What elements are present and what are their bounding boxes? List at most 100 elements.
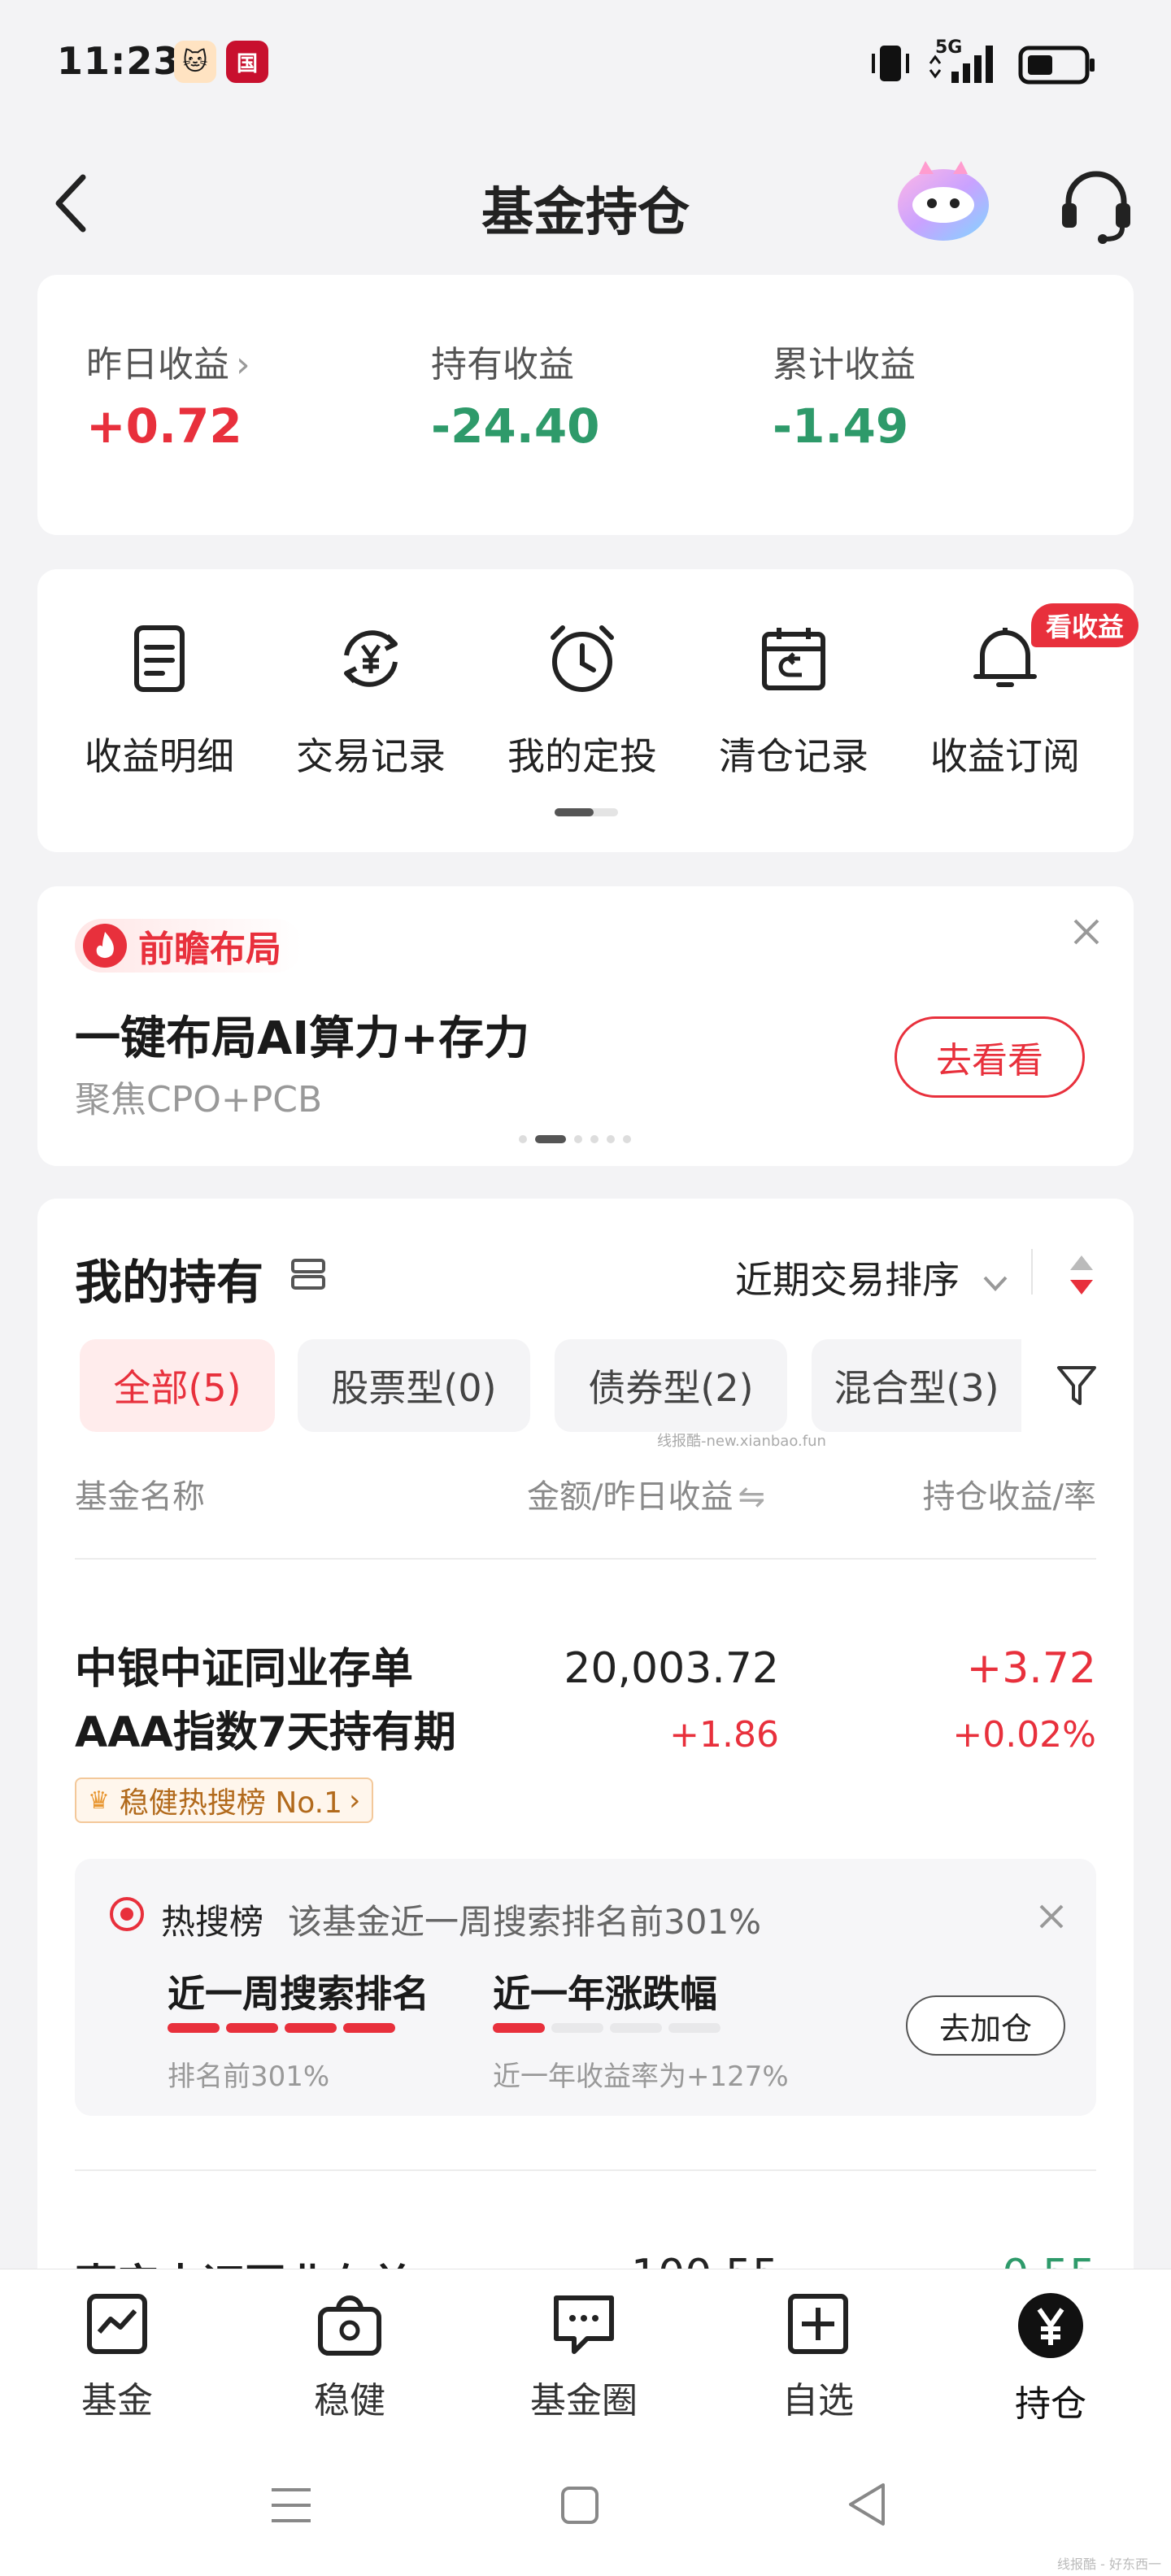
tab-stock[interactable]: 股票型(0) [298, 1339, 530, 1432]
vibrate-icon [872, 46, 909, 81]
close-icon[interactable] [1038, 1903, 1065, 1930]
close-icon[interactable] [1072, 917, 1101, 946]
tab-label: 稳健 [314, 2380, 385, 2422]
total-profit-block: 累计收益 -1.49 [773, 335, 916, 454]
tab-fund[interactable]: 基金 [36, 2291, 198, 2423]
yen-circle-icon [1018, 2293, 1083, 2358]
tab-label: 持仓 [1015, 2383, 1086, 2425]
tab-label: 基金 [81, 2380, 153, 2422]
page-title: 基金持仓 [481, 183, 690, 243]
tab-watchlist[interactable]: 自选 [737, 2291, 899, 2423]
total-profit-label: 累计收益 [773, 344, 916, 385]
metric-week-rank-sub: 排名前301% [168, 2060, 330, 2093]
divider [75, 2169, 1096, 2171]
tab-bond[interactable]: 债券型(2) [555, 1339, 787, 1432]
fund-amount: 20,003.72 [564, 1644, 779, 1693]
yesterday-profit-label: 昨日收益 [86, 344, 229, 385]
card-view-icon[interactable] [289, 1255, 327, 1293]
hot-target-icon [110, 1897, 144, 1931]
yesterday-profit-value: +0.72 [86, 398, 242, 454]
metric-week-rank-title: 近一周搜索排名 [168, 1972, 429, 2016]
menu-page-indicator [555, 808, 618, 816]
fund-profit-rate: +0.02% [952, 1714, 1096, 1756]
subscribe-badge: 看收益 [1031, 603, 1139, 647]
tab-label: 自选 [782, 2380, 854, 2422]
metric-year-change-sub: 近一年收益率为+127% [493, 2060, 789, 2093]
divider [75, 1558, 1096, 1560]
menu-item-trade-record[interactable]: 交易记录 [265, 618, 477, 781]
rank-badge[interactable]: ♛ 稳健热搜榜 No.1 › [75, 1778, 374, 1823]
column-name-header: 基金名称 [75, 1478, 205, 1516]
menu-label: 我的定投 [507, 734, 657, 778]
status-time: 11:23 [57, 39, 181, 83]
swap-icon: ⇋ [738, 1478, 765, 1516]
plus-box-icon [788, 2294, 848, 2354]
headset-icon[interactable] [1057, 166, 1135, 244]
column-amount-header[interactable]: 金额/昨日收益 ⇋ [527, 1470, 765, 1517]
hot-search-title: 热搜榜 [161, 1902, 264, 1942]
tab-holdings[interactable]: 持仓 [969, 2291, 1132, 2426]
chart-icon [87, 2294, 147, 2354]
promo-page-indicator [519, 1135, 631, 1143]
chat-icon [554, 2295, 614, 2354]
rank-badge-label: 稳健热搜榜 No.1 [119, 1786, 343, 1820]
column-profit-header: 持仓收益/率 [922, 1478, 1096, 1516]
menu-label: 交易记录 [296, 734, 446, 778]
promo-tag-label: 前瞻布局 [138, 929, 281, 970]
alarm-clock-icon [551, 625, 614, 692]
tab-stable[interactable]: 稳健 [268, 2291, 431, 2423]
bank-app-icon: 国 [226, 41, 268, 83]
menu-item-auto-invest[interactable]: 我的定投 [477, 618, 688, 781]
flame-icon [83, 924, 127, 968]
promo-subtitle: 聚焦CPO+PCB [75, 1079, 323, 1120]
metric-week-rank-bar [168, 2023, 395, 2033]
filter-icon[interactable] [1056, 1363, 1098, 1408]
crown-icon: ♛ [88, 1786, 110, 1815]
app-notification-icon: 🐱 [174, 41, 216, 83]
sort-label: 近期交易排序 [735, 1258, 960, 1302]
metric-year-change-title: 近一年涨跌幅 [493, 1972, 717, 2016]
fund-holding-profit: +3.72 [966, 1644, 1096, 1693]
promo-tag: 前瞻布局 [75, 919, 303, 973]
document-icon [134, 625, 185, 692]
recent-apps-icon[interactable] [268, 2483, 314, 2527]
divider [1031, 1249, 1033, 1295]
bag-icon [318, 2295, 381, 2356]
holdings-title: 我的持有 [75, 1255, 264, 1310]
sort-dropdown[interactable]: 近期交易排序 [735, 1251, 1009, 1304]
home-icon[interactable] [559, 2483, 600, 2527]
menu-item-clear-record[interactable]: 清仓记录 [688, 618, 899, 781]
menu-label: 收益订阅 [930, 734, 1080, 778]
menu-item-profit-detail[interactable]: 收益明细 [54, 618, 265, 781]
mascot-icon[interactable] [895, 156, 992, 246]
total-profit-value: -1.49 [773, 398, 909, 454]
chevron-down-icon [983, 1276, 1008, 1291]
add-position-button[interactable]: 去加仓 [906, 1995, 1065, 2056]
chevron-right-icon: › [349, 1783, 361, 1817]
watermark: 线报酷-new.xianbao.fun [657, 1433, 826, 1450]
signal-icon [929, 46, 993, 83]
status-bar: 11:23 🐱 国 5G [0, 0, 1171, 130]
sort-order-icon[interactable] [1065, 1252, 1098, 1298]
menu-label: 收益明细 [85, 734, 234, 778]
holding-profit-block: 持有收益 -24.40 [431, 335, 600, 454]
tab-mixed[interactable]: 混合型(3) [812, 1339, 1021, 1432]
tab-fund-circle[interactable]: 基金圈 [503, 2291, 665, 2423]
holding-profit-label: 持有收益 [431, 344, 574, 385]
battery-icon [1018, 46, 1095, 85]
calendar-undo-icon [762, 628, 825, 690]
tab-label: 基金圈 [530, 2380, 638, 2422]
promo-title: 一键布局AI算力+存力 [75, 1012, 530, 1065]
chevron-right-icon: › [236, 344, 250, 385]
fund-yesterday-profit: +1.86 [669, 1714, 779, 1756]
metric-year-change-bar [493, 2023, 720, 2033]
yesterday-profit-block[interactable]: 昨日收益 › +0.72 [86, 335, 250, 454]
fund-name[interactable]: 中银中证同业存单 AAA指数7天持有期 [75, 1638, 456, 1764]
promo-view-button[interactable]: 去看看 [895, 1016, 1085, 1098]
footer-watermark: 线报酷 - 好东西一起嗨 [1057, 2556, 1161, 2572]
holding-profit-value: -24.40 [431, 398, 600, 454]
hot-search-desc: 该基金近一周搜索排名前301% [288, 1902, 762, 1942]
tab-all[interactable]: 全部(5) [80, 1339, 275, 1432]
back-nav-icon[interactable] [844, 2480, 890, 2529]
menu-label: 清仓记录 [719, 734, 868, 778]
